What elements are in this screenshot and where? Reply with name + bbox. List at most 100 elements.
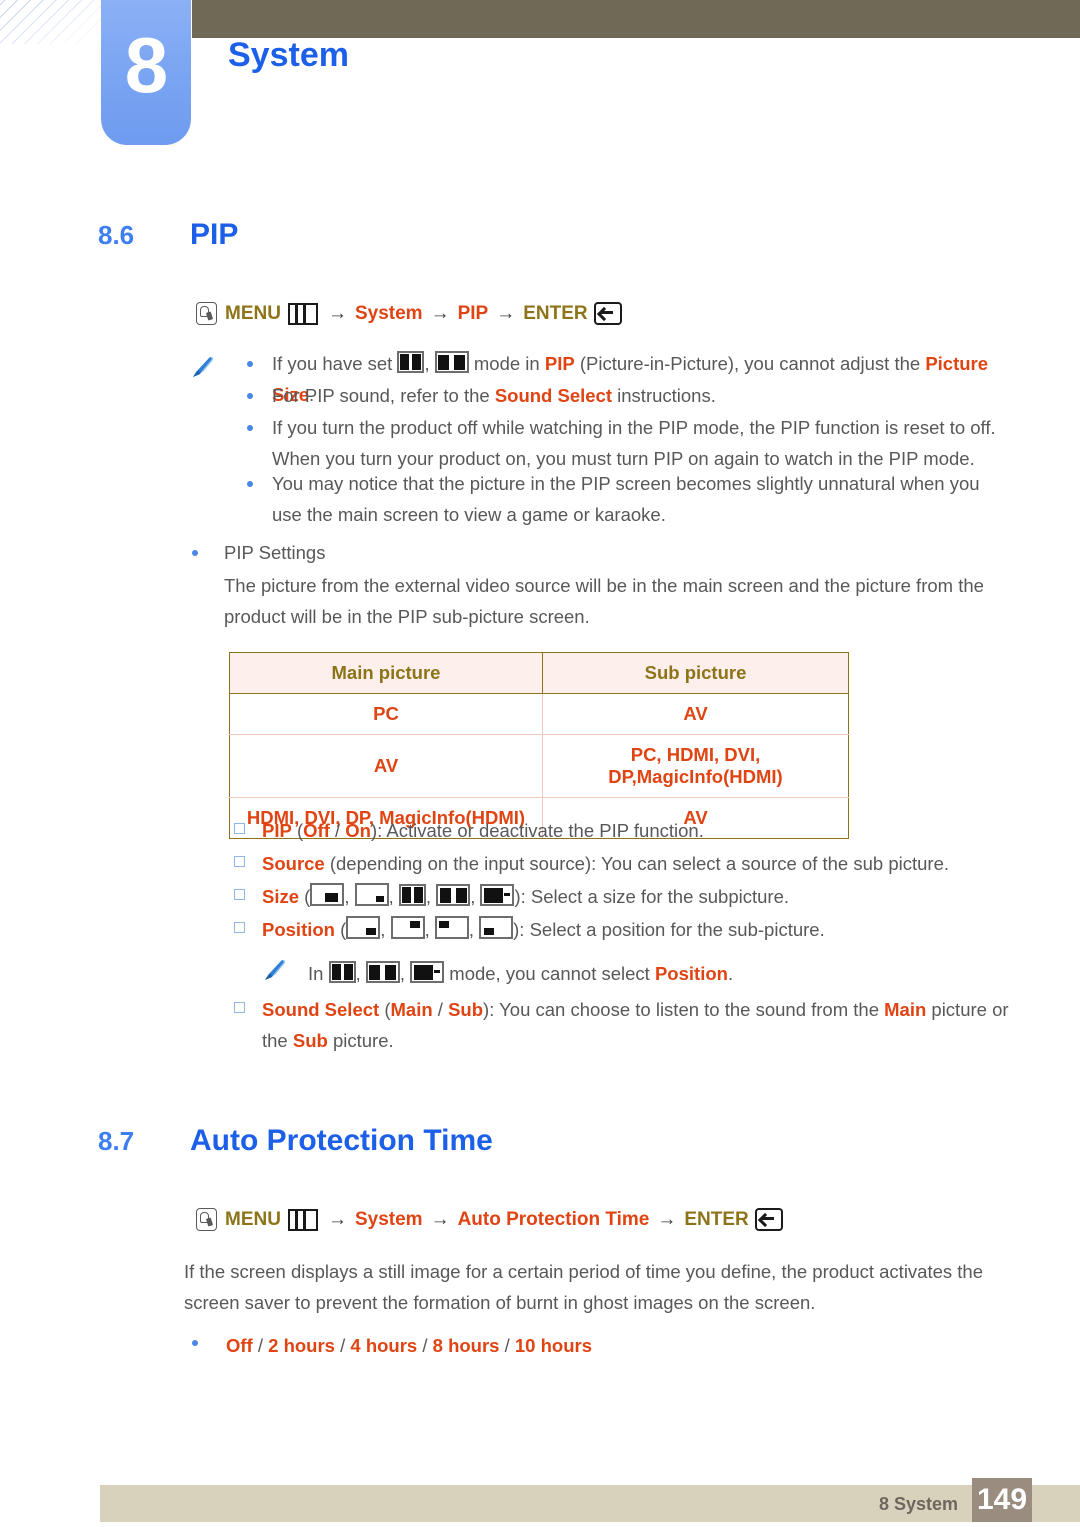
note-text: mode in bbox=[468, 353, 545, 374]
page-number-box: 149 bbox=[972, 1478, 1032, 1522]
chapter-title: System bbox=[228, 36, 349, 74]
option-value-8-hours: 8 hours bbox=[432, 1335, 500, 1356]
table-row: AV PC, HDMI, DVI, DP,MagicInfo(HDMI) bbox=[229, 734, 849, 798]
header-olive-bar bbox=[192, 0, 1080, 38]
note-pen-icon bbox=[262, 958, 288, 984]
bullet-marker bbox=[247, 393, 253, 399]
separator: / bbox=[329, 820, 346, 841]
arrow-icon: → bbox=[430, 1208, 450, 1230]
table-header-row: Main picture Sub picture bbox=[229, 652, 849, 694]
keyword-pip: PIP bbox=[544, 353, 575, 374]
mode-dash-icon bbox=[480, 884, 515, 906]
note-pen-icon bbox=[190, 355, 216, 381]
separator: / bbox=[334, 1335, 351, 1356]
option-value-main: Main bbox=[390, 999, 433, 1020]
arrow-icon: → bbox=[657, 1208, 677, 1230]
option-label-size: Size bbox=[262, 886, 300, 907]
table-cell-main: PC bbox=[229, 693, 543, 735]
enter-key-icon bbox=[754, 1208, 783, 1231]
note-text: For PIP sound, refer to the bbox=[272, 385, 495, 406]
option-text: ): You can choose to listen to the sound… bbox=[483, 999, 885, 1020]
section-heading-pip: 8.6 PIP bbox=[98, 218, 238, 252]
mode-double-icon bbox=[328, 961, 356, 983]
bullet-marker bbox=[247, 481, 253, 487]
enter-label: ENTER bbox=[523, 302, 588, 324]
finger-press-icon bbox=[196, 1208, 217, 1231]
mode-double-icon bbox=[398, 884, 426, 906]
section-title: PIP bbox=[190, 218, 239, 251]
enter-label: ENTER bbox=[684, 1208, 749, 1230]
menu-path-item-system: System bbox=[354, 302, 423, 324]
note-text: instructions. bbox=[612, 385, 716, 406]
menu-path-pip: MENU → System → PIP → ENTER bbox=[196, 302, 622, 325]
separator: / bbox=[417, 1335, 433, 1356]
auto-protection-options: Off / 2 hours / 4 hours / 8 hours / 10 h… bbox=[226, 1330, 986, 1361]
separator: / bbox=[499, 1335, 515, 1356]
position-bottom-right-icon bbox=[346, 916, 381, 939]
mode-wide-double-icon bbox=[434, 351, 469, 373]
option-text: picture. bbox=[327, 1030, 394, 1051]
option-value-off: Off bbox=[303, 820, 330, 841]
position-top-right-icon bbox=[390, 916, 425, 939]
note-text: . bbox=[727, 963, 734, 984]
table-header-sub-picture: Sub picture bbox=[542, 652, 849, 694]
keyword-position: Position bbox=[654, 963, 728, 984]
option-text: ): Select a size for the subpicture. bbox=[514, 886, 790, 907]
menu-path-item-system: System bbox=[354, 1208, 423, 1230]
note-text: If you have set bbox=[272, 353, 398, 374]
bullet-marker bbox=[234, 889, 245, 900]
table-cell-main: AV bbox=[229, 734, 543, 798]
note-text: In bbox=[308, 963, 329, 984]
section-number: 8.7 bbox=[98, 1126, 135, 1156]
option-value-on: On bbox=[345, 820, 371, 841]
option-label-sound-select: Sound Select bbox=[262, 999, 380, 1020]
menu-path-item-pip: PIP bbox=[457, 302, 489, 324]
size-tiny-bottom-right-icon bbox=[354, 883, 389, 906]
description-line-1: The picture from the external video sour… bbox=[224, 575, 984, 596]
menu-label: MENU bbox=[225, 302, 281, 324]
note-bullet-2: For PIP sound, refer to the Sound Select… bbox=[272, 380, 1002, 411]
pip-source-table: Main picture Sub picture PC AV AV PC, HD… bbox=[229, 652, 849, 839]
mode-dash-icon bbox=[410, 961, 445, 983]
option-text: ( bbox=[299, 886, 311, 907]
separator: / bbox=[432, 999, 449, 1020]
arrow-icon: → bbox=[496, 302, 516, 324]
pip-settings-heading: PIP Settings bbox=[224, 542, 326, 563]
pip-settings-description: The picture from the external video sour… bbox=[224, 570, 1014, 632]
note-text: (Picture-in-Picture), you cannot adjust … bbox=[574, 353, 926, 374]
bullet-marker bbox=[247, 425, 253, 431]
description-line-2: product will be in the PIP sub-picture s… bbox=[224, 606, 590, 627]
menu-grid-icon bbox=[287, 1208, 318, 1231]
mode-double-icon bbox=[397, 351, 425, 373]
note-bullet-4: You may notice that the picture in the P… bbox=[272, 473, 980, 525]
table-cell-sub: PC, HDMI, DVI, DP,MagicInfo(HDMI) bbox=[542, 734, 849, 798]
option-value-off: Off bbox=[226, 1335, 253, 1356]
option-text: ( bbox=[379, 999, 391, 1020]
separator: / bbox=[252, 1335, 269, 1356]
option-pip: PIP (Off / On): Activate or deactivate t… bbox=[262, 815, 1022, 846]
menu-label: MENU bbox=[225, 1208, 281, 1230]
option-label-position: Position bbox=[262, 919, 335, 940]
option-value-sub: Sub bbox=[448, 999, 484, 1020]
menu-path-item-auto-protection-time: Auto Protection Time bbox=[457, 1208, 650, 1230]
bullet-marker bbox=[234, 922, 245, 933]
arrow-icon: → bbox=[430, 302, 450, 324]
position-top-left-icon bbox=[434, 916, 469, 939]
bullet-marker bbox=[247, 361, 253, 367]
option-sound-select: Sound Select (Main / Sub): You can choos… bbox=[262, 994, 1022, 1056]
keyword-sound-select: Sound Select bbox=[494, 385, 613, 406]
size-small-bottom-icon bbox=[310, 883, 345, 906]
option-text: ( bbox=[291, 820, 304, 841]
mode-wide-double-icon bbox=[436, 884, 471, 906]
option-value-10-hours: 10 hours bbox=[514, 1335, 592, 1356]
option-position: Position (, , , ): Select a position for… bbox=[262, 914, 1022, 945]
note-bullet-3: If you turn the product off while watchi… bbox=[272, 417, 996, 469]
section-heading-auto-protection-time: 8.7 Auto Protection Time bbox=[98, 1124, 493, 1158]
footer-chapter-label: 8 System bbox=[878, 1494, 958, 1514]
chapter-number-badge: 8 bbox=[101, 0, 191, 145]
arrow-icon: → bbox=[327, 1208, 347, 1230]
option-label-source: Source bbox=[262, 853, 325, 874]
section-title: Auto Protection Time bbox=[190, 1124, 493, 1157]
note-text: mode, you cannot select bbox=[444, 963, 655, 984]
bullet-marker bbox=[234, 823, 245, 834]
